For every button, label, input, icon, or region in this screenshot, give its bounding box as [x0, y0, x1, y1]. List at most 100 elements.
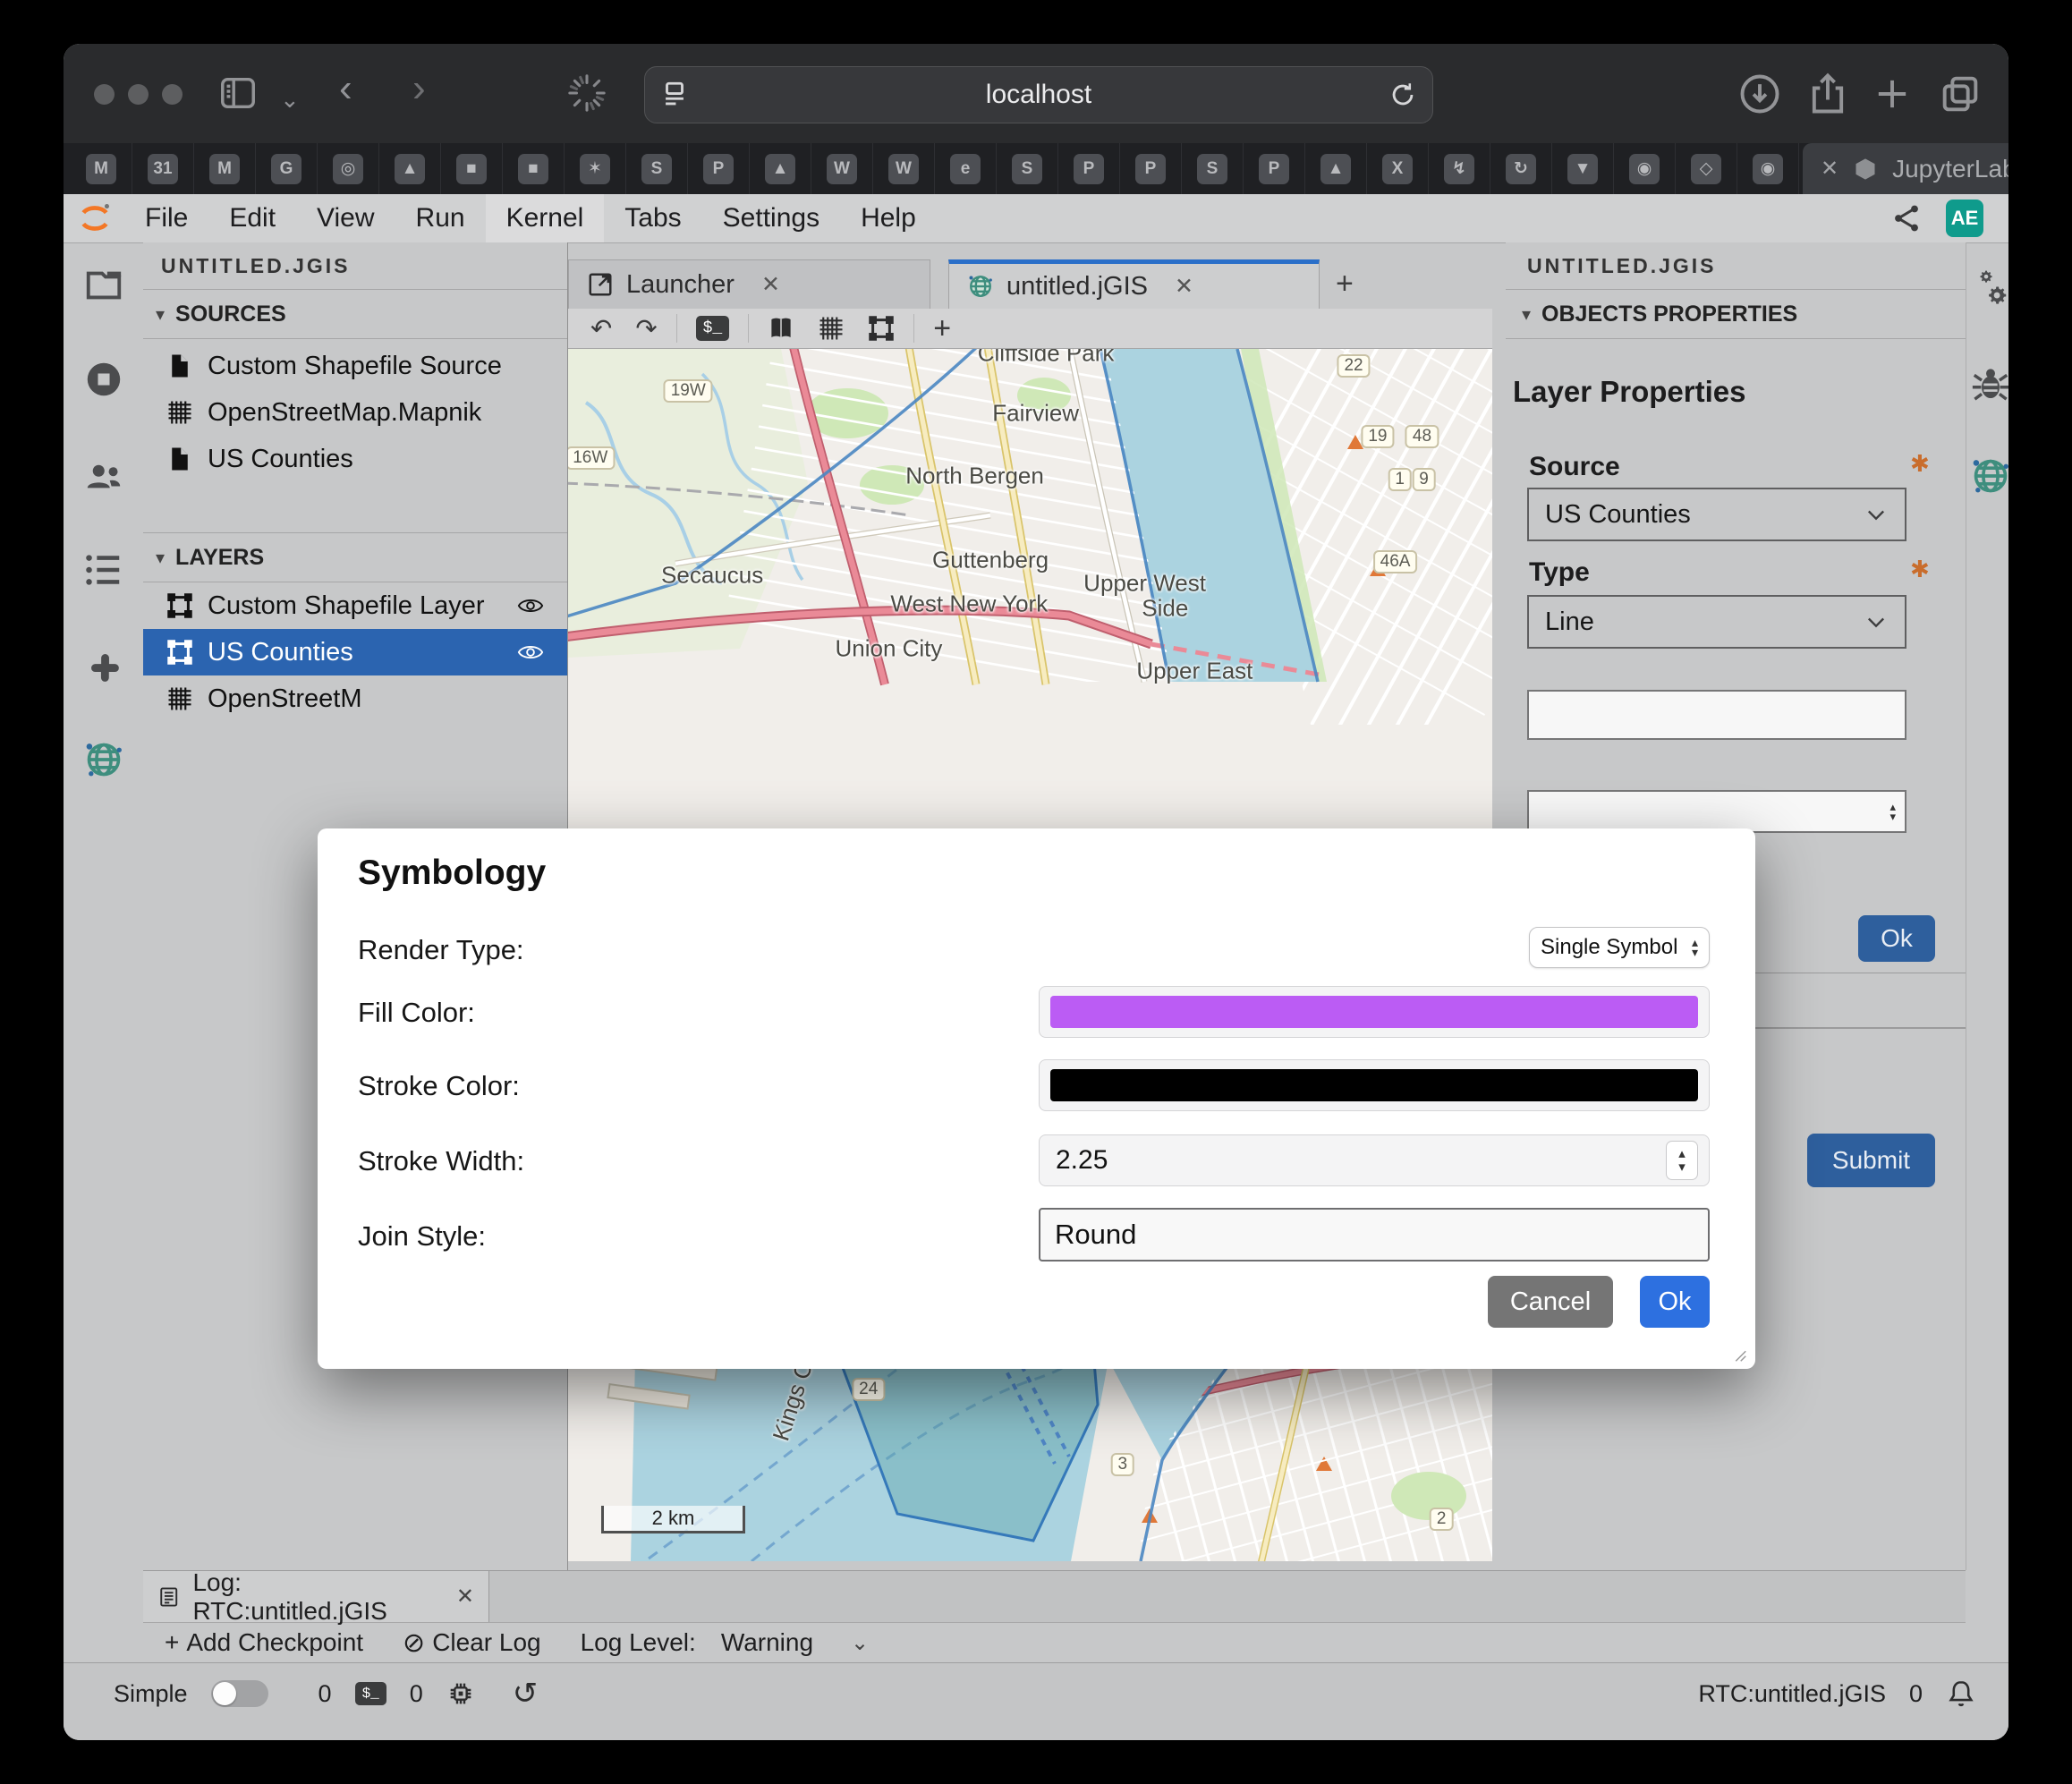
tab-overview-icon[interactable] [1937, 71, 1983, 117]
pinned-tab[interactable]: e [935, 143, 997, 194]
layer-item-us-counties[interactable]: US Counties [143, 629, 567, 675]
join-style-select[interactable]: Round [1039, 1208, 1710, 1262]
debugger-bug-icon[interactable] [1970, 361, 2008, 403]
spin-down-icon[interactable]: ▾ [1889, 811, 1896, 821]
pinned-tab[interactable]: ↯ [1429, 143, 1490, 194]
source-item-openstreetmap[interactable]: OpenStreetMap.Mapnik [143, 389, 567, 436]
collaborators-icon[interactable] [83, 455, 124, 497]
render-type-select[interactable]: Single Symbol ▴▾ [1529, 927, 1710, 968]
stroke-width-input[interactable]: 2.25 ▴▾ [1039, 1134, 1710, 1186]
window-close-button[interactable] [94, 84, 115, 105]
user-avatar[interactable]: AE [1946, 200, 1983, 237]
pinned-tab[interactable]: S [626, 143, 688, 194]
menu-item[interactable]: Settings [702, 194, 840, 242]
pinned-tab[interactable]: ◎ [318, 143, 379, 194]
extensions-icon[interactable] [83, 647, 124, 688]
tab-untitled-jgis[interactable]: untitled.jGIS ✕ [948, 259, 1320, 309]
name-input[interactable] [1527, 690, 1906, 740]
add-vector-layer-button[interactable] [856, 315, 906, 342]
pinned-tab[interactable]: ▼ [1552, 143, 1614, 194]
pinned-tab[interactable]: P [688, 143, 750, 194]
pinned-tab[interactable]: M [194, 143, 256, 194]
new-tab-icon[interactable] [1869, 71, 1915, 117]
pinned-tab[interactable]: ■ [441, 143, 503, 194]
pinned-tab[interactable]: P [1120, 143, 1182, 194]
cancel-button[interactable]: Cancel [1488, 1276, 1613, 1328]
menu-item[interactable]: View [296, 194, 395, 242]
menu-item[interactable]: Kernel [486, 194, 605, 242]
add-raster-layer-button[interactable] [806, 315, 856, 342]
opacity-spinner-input[interactable]: ▴ ▾ [1527, 790, 1906, 833]
pinned-tab[interactable]: X [1367, 143, 1429, 194]
source-item-us-counties[interactable]: US Counties [143, 436, 567, 482]
source-item-custom-shapefile[interactable]: Custom Shapefile Source [143, 343, 567, 389]
objects-properties-header[interactable]: ▾ OBJECTS PROPERTIES [1506, 290, 1966, 339]
table-of-contents-icon[interactable] [83, 549, 124, 590]
type-select[interactable]: Line [1527, 595, 1906, 649]
sidebar-chevron-icon[interactable]: ⌄ [280, 80, 300, 119]
menu-item[interactable]: Tabs [604, 194, 701, 242]
window-minimize-button[interactable] [128, 84, 149, 105]
bell-icon[interactable] [1946, 1678, 1976, 1709]
forward-button[interactable]: › [412, 69, 426, 108]
pinned-tab[interactable]: S [997, 143, 1058, 194]
menu-item[interactable]: Edit [208, 194, 296, 242]
sidebar-toggle-icon[interactable] [217, 72, 259, 114]
property-inspector-icon[interactable] [1970, 268, 2008, 309]
layers-section-header[interactable]: ▾ LAYERS [143, 532, 567, 582]
fill-color-input[interactable] [1039, 986, 1710, 1038]
pinned-tab[interactable]: ■ [503, 143, 565, 194]
share-icon[interactable] [1805, 71, 1851, 117]
pinned-tab[interactable]: ◇ [1676, 143, 1737, 194]
address-bar[interactable]: localhost [644, 66, 1433, 123]
terminal-count[interactable]: 0 [318, 1680, 332, 1708]
clear-log-button[interactable]: ⊘ Clear Log [403, 1627, 541, 1659]
pinned-tab[interactable]: ↻ [1490, 143, 1552, 194]
jupytergis-globe-icon[interactable] [83, 739, 124, 780]
visibility-eye-icon[interactable] [517, 639, 544, 666]
share-document-icon[interactable] [1890, 202, 1923, 234]
add-layer-button[interactable]: + [921, 311, 963, 346]
downloads-icon[interactable] [1737, 71, 1783, 117]
ok-button-dialog[interactable]: Ok [1640, 1276, 1710, 1328]
back-button[interactable]: ‹ [339, 69, 352, 108]
active-browser-tab[interactable]: ✕ JupyterLab [1803, 143, 2008, 194]
pinned-tab[interactable]: ▲ [750, 143, 811, 194]
log-level-select[interactable]: Warning ⌄ [721, 1628, 869, 1657]
submit-button[interactable]: Submit [1807, 1134, 1935, 1187]
undo-button[interactable]: ↶ [579, 313, 624, 344]
history-icon[interactable]: ↺ [513, 1676, 539, 1712]
pinned-tab[interactable]: ◉ [1614, 143, 1676, 194]
menu-item[interactable]: Help [840, 194, 937, 242]
pinned-tab[interactable]: P [1058, 143, 1120, 194]
close-tab-icon[interactable]: ✕ [1175, 273, 1193, 300]
pinned-tab[interactable]: W [811, 143, 873, 194]
new-launcher-button[interactable]: + [1320, 259, 1370, 309]
add-checkpoint-button[interactable]: + Add Checkpoint [165, 1628, 363, 1657]
pinned-tab[interactable]: 31 [132, 143, 194, 194]
source-select[interactable]: US Counties [1527, 488, 1906, 541]
reader-icon[interactable] [659, 80, 690, 110]
pinned-tab[interactable]: ✶ [565, 143, 626, 194]
pinned-tab[interactable]: S [1182, 143, 1244, 194]
redo-button[interactable]: ↷ [624, 313, 668, 344]
sources-section-header[interactable]: ▾ SOURCES [143, 290, 567, 339]
tab-log-console[interactable]: Log: RTC:untitled.jGIS ✕ [143, 1571, 489, 1622]
layer-item-openstreetmap[interactable]: OpenStreetM [143, 675, 567, 722]
pinned-tab[interactable]: G [256, 143, 318, 194]
file-browser-icon[interactable] [83, 265, 124, 306]
pinned-tab[interactable]: P [1244, 143, 1305, 194]
pinned-tab[interactable]: W [873, 143, 935, 194]
stroke-color-input[interactable] [1039, 1059, 1710, 1111]
reload-icon[interactable] [1388, 80, 1418, 110]
kernel-count[interactable]: 0 [410, 1680, 423, 1708]
console-button[interactable]: $_ [684, 316, 742, 341]
close-tab-icon[interactable]: ✕ [456, 1584, 474, 1610]
pinned-tab[interactable]: ▲ [1305, 143, 1367, 194]
ok-button-panel[interactable]: Ok [1858, 915, 1935, 962]
number-spinner[interactable]: ▴▾ [1666, 1141, 1698, 1180]
pinned-tab[interactable]: ◉ [1737, 143, 1799, 194]
close-tab-icon[interactable]: ✕ [1821, 156, 1838, 182]
simple-mode-toggle[interactable] [211, 1680, 268, 1707]
resize-handle-icon[interactable] [1728, 1344, 1748, 1363]
